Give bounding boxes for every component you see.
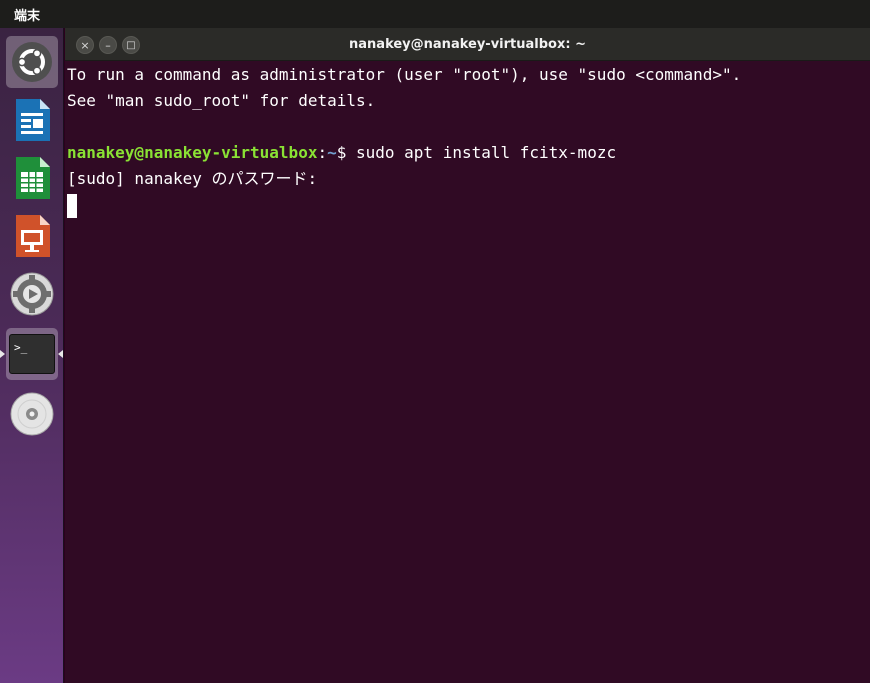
top-panel: 端末 (0, 0, 870, 28)
launcher-item-calc[interactable] (6, 152, 58, 204)
launcher-item-dash[interactable] (6, 36, 58, 88)
disc-icon (10, 392, 54, 436)
running-indicator-left (0, 350, 5, 358)
terminal-icon-glyph: >_ (14, 341, 28, 354)
terminal-window: × – □ nanakey@nanakey-virtualbox: ~ To r… (65, 28, 870, 683)
command-text: sudo apt install fcitx-mozc (356, 143, 617, 162)
terminal-line: To run a command as administrator (user … (67, 65, 742, 84)
active-app-name: 端末 (14, 8, 41, 24)
terminal-output[interactable]: To run a command as administrator (user … (65, 62, 870, 683)
terminal-line: See "man sudo_root" for details. (67, 91, 376, 110)
impress-icon (16, 215, 50, 257)
terminal-cursor-line[interactable] (67, 192, 870, 218)
ubuntu-logo-icon (12, 42, 52, 82)
prompt-user-host: nanakey@nanakey-virtualbox (67, 143, 318, 162)
launcher-item-dvd[interactable] (6, 388, 58, 440)
launcher-item-impress[interactable] (6, 210, 58, 262)
calc-icon (16, 157, 50, 199)
launcher-item-writer[interactable] (6, 94, 58, 146)
launcher-item-settings[interactable] (6, 268, 58, 320)
text-cursor (67, 193, 77, 218)
terminal-icon: >_ (9, 334, 55, 374)
launcher-item-terminal[interactable]: >_ (6, 328, 58, 380)
window-titlebar[interactable]: × – □ nanakey@nanakey-virtualbox: ~ (65, 28, 870, 61)
prompt-path: ~ (327, 143, 337, 162)
launcher: >_ (0, 28, 64, 683)
window-title: nanakey@nanakey-virtualbox: ~ (349, 37, 586, 52)
prompt-symbol: $ (336, 143, 356, 162)
settings-gear-icon (10, 272, 54, 316)
prompt-colon: : (317, 143, 328, 162)
running-indicator-right (58, 350, 63, 358)
terminal-prompt-line: nanakey@nanakey-virtualbox:~$ sudo apt i… (67, 140, 870, 166)
writer-icon (16, 99, 50, 141)
terminal-line: [sudo] nanakey のパスワード: (67, 169, 327, 188)
